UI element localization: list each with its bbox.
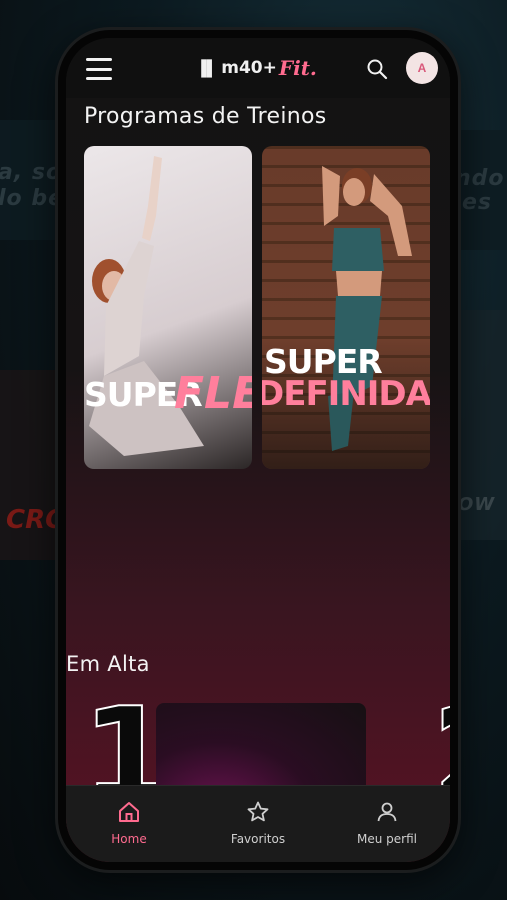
menu-icon[interactable] (86, 58, 112, 80)
programs-section-title: Programas de Treinos (84, 104, 327, 129)
background-text: a, so (0, 160, 63, 185)
nav-label: Home (111, 832, 147, 846)
avatar[interactable]: A (406, 52, 438, 84)
card-title-pink: DEFINIDA (262, 374, 430, 414)
search-icon[interactable] (366, 58, 388, 80)
app-logo[interactable]: ▐▌ m40+ Fit. (196, 54, 317, 82)
card-title-pink: FLE (174, 368, 252, 419)
background-text: es (462, 190, 493, 215)
app-screen: ▐▌ m40+ Fit. A Programas de Treinos SUPE… (66, 38, 450, 862)
background-text: lo be (0, 186, 64, 211)
dumbbell-icon: ▐▌ (196, 59, 218, 77)
bottom-navigation: Home Favoritos Meu perfil (66, 785, 450, 862)
dancer-figure (89, 156, 204, 456)
athlete-figure (322, 166, 412, 451)
home-icon (119, 802, 139, 822)
star-icon (247, 801, 269, 822)
nav-label: Meu perfil (357, 832, 417, 846)
background-text: OW (458, 494, 496, 515)
logo-fit-text: Fit. (278, 56, 317, 80)
user-icon (377, 802, 397, 822)
nav-label: Favoritos (230, 832, 286, 846)
logo-text: m40+ (221, 58, 277, 78)
trending-section-title: Em Alta (66, 652, 150, 676)
top-app-bar: ▐▌ m40+ Fit. A (66, 38, 450, 98)
nav-item-home[interactable]: Home (69, 786, 189, 862)
nav-item-profile[interactable]: Meu perfil (327, 786, 447, 862)
phone-frame: ▐▌ m40+ Fit. A Programas de Treinos SUPE… (58, 30, 458, 870)
program-card[interactable]: SUPER DEFINIDA (262, 146, 430, 469)
program-card[interactable]: SUPER FLE (84, 146, 252, 469)
background-text: ndo (455, 166, 505, 191)
nav-item-favorites[interactable]: Favoritos (198, 786, 318, 862)
